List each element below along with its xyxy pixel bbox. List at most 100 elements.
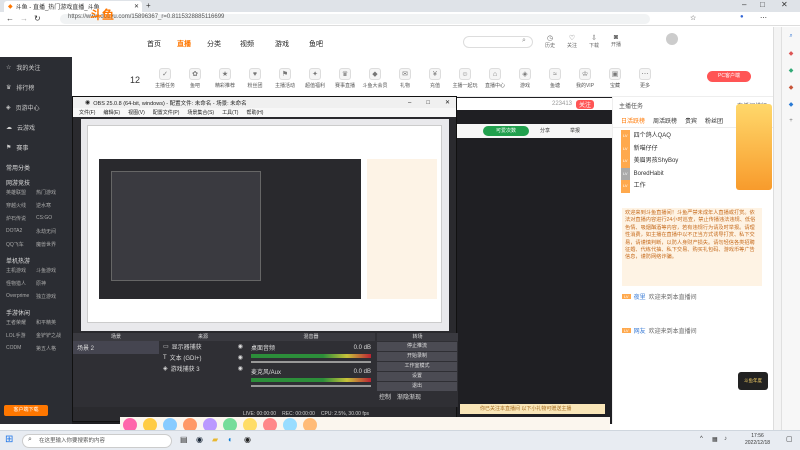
tab-daily[interactable]: 日活跃榜 [621, 116, 645, 125]
nav-category[interactable]: 分类 [207, 39, 221, 49]
studio-mode-button[interactable]: 工作室模式 [377, 362, 457, 371]
obs-preview-canvas[interactable] [81, 119, 449, 331]
obs-menu-edit[interactable]: 编辑(E) [103, 109, 120, 116]
notification-icon[interactable]: ▢ [786, 435, 793, 443]
game-link[interactable]: 怪物猎人 [6, 280, 36, 287]
game-link[interactable]: 英雄联盟 [6, 189, 36, 196]
eye-icon[interactable]: ◉ [238, 365, 243, 372]
volume-slider[interactable] [251, 385, 371, 387]
sidebar-item-webgame[interactable]: ◈ 页游中心 [0, 97, 72, 117]
source-item[interactable]: T 文本 (GDI+) ◉ [159, 352, 247, 363]
game-link[interactable]: 原神 [36, 280, 66, 287]
task-view-icon[interactable]: ▤ [180, 435, 188, 444]
tray-chevron-icon[interactable]: ^ [700, 436, 703, 442]
chat-user[interactable]: 夜里 [634, 292, 646, 301]
side-search-icon[interactable]: ⌕ [782, 33, 800, 40]
game-link[interactable]: 王者荣耀 [6, 319, 36, 326]
obs-menu-scene-collection[interactable]: 场景集合(S) [187, 109, 214, 116]
exit-button[interactable]: 退出 [377, 382, 457, 391]
category-item[interactable]: ✉ 礼物 [390, 64, 420, 89]
nav-game[interactable]: 游戏 [275, 39, 289, 49]
side-office-icon[interactable]: ◆ [782, 84, 800, 91]
menu-icon[interactable]: ⋯ [760, 14, 767, 22]
sidebar-item-esports[interactable]: ⚑ 赛事 [0, 137, 72, 157]
back-icon[interactable]: ← [6, 14, 14, 23]
profile-icon[interactable]: ● [740, 14, 744, 20]
game-link[interactable]: 魔兽世界 [36, 241, 66, 248]
volume-slider[interactable] [251, 361, 371, 363]
nav-home[interactable]: 首页 [147, 39, 161, 49]
page-scrollbar[interactable] [773, 27, 781, 430]
game-link[interactable]: 炉石传说 [6, 215, 36, 222]
url-field[interactable]: https://www.douyu.com/15896367_r=0.81153… [60, 14, 650, 24]
windows-start-icon[interactable]: ⊞ [5, 434, 13, 445]
obs-menu-view[interactable]: 视图(V) [128, 109, 145, 116]
minimize-icon[interactable]: – [742, 0, 746, 9]
report-button[interactable]: 举报 [570, 127, 580, 134]
category-item[interactable]: ✿ 鱼吧 [180, 64, 210, 89]
event-banner[interactable] [736, 104, 772, 190]
header-follow[interactable]: ♡ 关注 [561, 34, 583, 49]
side-add-icon[interactable]: + [782, 118, 800, 124]
taskbar-clock[interactable]: 17:56 2022/12/18 [745, 433, 770, 447]
steam-taskbar-icon[interactable]: ◉ [196, 435, 203, 444]
settings-button[interactable]: 设置 [377, 372, 457, 381]
category-item[interactable]: ⌂ 直播中心 [480, 64, 510, 89]
close-window-icon[interactable]: ✕ [781, 0, 788, 9]
source-item[interactable]: ▭ 显示器捕获 ◉ [159, 341, 247, 352]
start-recording-button[interactable]: 开始录制 [377, 352, 457, 361]
obs-maximize-icon[interactable]: □ [420, 100, 436, 106]
obs-minimize-icon[interactable]: – [402, 100, 417, 106]
side-outlook-icon[interactable]: ◆ [782, 101, 800, 108]
anniversary-badge[interactable]: 斗鱼年度 [738, 372, 768, 390]
game-link[interactable]: LOL手游 [6, 332, 36, 339]
game-link[interactable]: 斗鱼游戏 [36, 267, 66, 274]
game-link[interactable]: 热门游戏 [36, 189, 66, 196]
game-link[interactable]: 金铲铲之战 [36, 332, 66, 339]
transition-select[interactable]: 渐隐渐现 [397, 392, 421, 401]
reload-icon[interactable]: ↻ [34, 14, 41, 23]
category-item[interactable]: ◈ 游戏 [510, 64, 540, 89]
header-download[interactable]: ⇩ 下载 [583, 34, 605, 49]
side-tools-icon[interactable]: ◆ [782, 50, 800, 57]
game-link[interactable]: DOTA2 [6, 228, 36, 235]
game-link[interactable]: 独立游戏 [36, 293, 66, 300]
side-games-icon[interactable]: ◆ [782, 67, 800, 74]
category-item[interactable]: ★ 精彩推荐 [210, 64, 240, 89]
stop-streaming-button[interactable]: 停止推流 [377, 342, 457, 351]
scene-item[interactable]: 场景 2 [73, 341, 159, 354]
header-start-live[interactable]: ◙ 开播 [605, 34, 627, 48]
category-item[interactable]: ✓ 主播任务 [150, 64, 180, 89]
share-button[interactable]: 分享 [540, 127, 550, 134]
category-item[interactable]: ♔ 我的VIP [570, 64, 600, 89]
sidebar-item-follow[interactable]: ☆ 我的关注 [0, 57, 72, 77]
maximize-icon[interactable]: □ [760, 0, 765, 9]
game-link[interactable]: Overprime [6, 293, 36, 300]
douyu-logo[interactable]: 斗鱼 [90, 6, 124, 24]
client-download-button[interactable]: 客户端下载 [4, 405, 48, 416]
taskbar-search-input[interactable]: 在这里输入你要搜索的内容 [22, 434, 172, 448]
header-history[interactable]: ◷ 历史 [539, 34, 561, 49]
game-link[interactable]: 永劫无间 [36, 228, 66, 235]
pc-client-button[interactable]: PC客户端 [707, 71, 751, 82]
nav-live[interactable]: 直播 [177, 39, 191, 49]
tab-fans[interactable]: 粉丝团 [705, 116, 723, 125]
user-avatar[interactable] [666, 33, 678, 45]
tab-close-icon[interactable]: ✕ [134, 3, 142, 10]
game-link[interactable]: QQ飞车 [6, 241, 36, 248]
search-icon[interactable]: ⌕ [522, 37, 526, 45]
obs-menu-file[interactable]: 文件(F) [79, 109, 95, 116]
eye-icon[interactable]: ◉ [238, 354, 243, 361]
category-item[interactable]: ◆ 斗鱼大会员 [360, 64, 390, 89]
sidebar-item-cloudgame[interactable]: ☁ 云游戏 [0, 117, 72, 137]
category-item[interactable]: ¥ 充值 [420, 64, 450, 89]
eye-icon[interactable]: ◉ [238, 343, 243, 350]
category-item[interactable]: ✦ 超值福利 [300, 64, 330, 89]
category-item[interactable]: ⋯ 更多 [630, 64, 660, 89]
favorites-icon[interactable]: ☆ [690, 14, 696, 22]
game-link[interactable]: 第五人格 [36, 345, 66, 352]
green-badge[interactable]: 可爱次数 [483, 126, 529, 136]
network-icon[interactable]: ▦ [712, 436, 718, 443]
chat-user[interactable]: 网友 [634, 326, 646, 335]
game-link[interactable]: 和平精英 [36, 319, 66, 326]
